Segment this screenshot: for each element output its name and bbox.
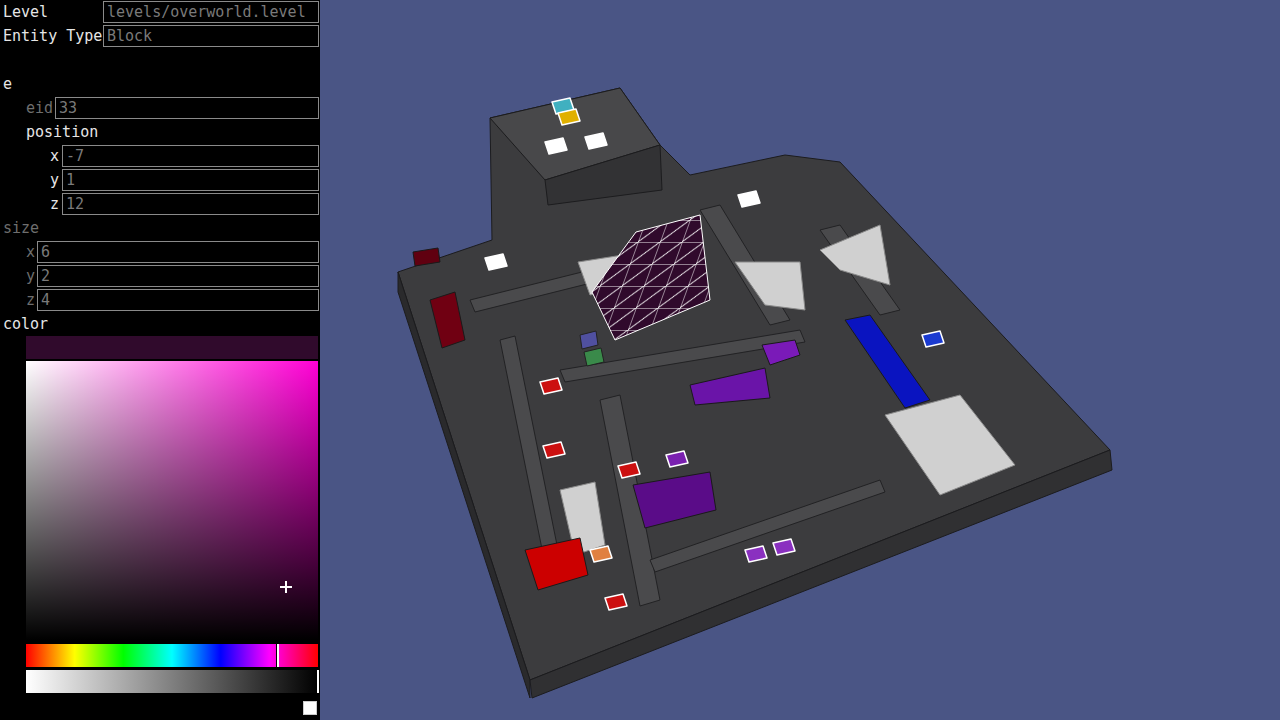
field-label: y: [26, 267, 37, 285]
scene-block[interactable]: [430, 292, 465, 348]
field-label: Entity Type: [3, 27, 103, 45]
marker-icon[interactable]: [585, 133, 607, 149]
marker-icon[interactable]: [618, 462, 640, 478]
field-label: eid: [26, 99, 55, 117]
text-field[interactable]: 4: [37, 289, 319, 311]
panel-row: z4: [0, 288, 320, 312]
scene-floor[interactable]: [545, 145, 662, 205]
scene-selected-block[interactable]: [592, 215, 710, 340]
marker-icon[interactable]: [543, 442, 565, 458]
scene-block[interactable]: [845, 315, 930, 408]
field-label: z: [50, 195, 62, 213]
field-label: color: [3, 315, 48, 333]
panel-row: Levellevels/overworld.level: [0, 0, 320, 24]
scene-cube[interactable]: [584, 348, 604, 366]
field-label: x: [26, 243, 37, 261]
field-label: x: [50, 147, 62, 165]
crosshair-icon[interactable]: [280, 581, 292, 593]
panel-row: y1: [0, 168, 320, 192]
marker-icon[interactable]: [558, 109, 580, 125]
text-field[interactable]: -7: [62, 145, 319, 167]
inspector-panel: Levellevels/overworld.levelEntity TypeBl…: [0, 0, 320, 720]
brightness-slider[interactable]: [26, 670, 318, 693]
level-view[interactable]: [320, 0, 1280, 720]
panel-row: z12: [0, 192, 320, 216]
scene-block[interactable]: [762, 340, 800, 365]
marker-icon[interactable]: [590, 546, 612, 562]
field-label: y: [50, 171, 62, 189]
saturation-value-picker[interactable]: [26, 361, 318, 640]
panel-row: position: [0, 120, 320, 144]
scene-wall[interactable]: [820, 225, 900, 315]
field-label: z: [26, 291, 37, 309]
color-swatch: [26, 336, 318, 359]
marker-icon[interactable]: [666, 451, 688, 467]
panel-row: Entity TypeBlock: [0, 24, 320, 48]
scene-wall[interactable]: [470, 270, 595, 312]
viewport[interactable]: [320, 0, 1280, 720]
black-gradient: [26, 361, 318, 640]
marker-icon[interactable]: [745, 546, 767, 562]
scene-tile[interactable]: [735, 262, 805, 310]
text-field[interactable]: 33: [55, 97, 319, 119]
scene-tile[interactable]: [885, 395, 1015, 495]
marker-icon[interactable]: [773, 539, 795, 555]
panel-row: y2: [0, 264, 320, 288]
scene-block[interactable]: [525, 538, 588, 590]
hue-slider[interactable]: [26, 644, 318, 667]
panel-row: e: [0, 72, 320, 96]
panel-row: x-7: [0, 144, 320, 168]
checkbox[interactable]: [303, 701, 317, 715]
text-field[interactable]: 2: [37, 265, 319, 287]
scene-tile[interactable]: [820, 225, 890, 285]
field-label: Level: [3, 3, 103, 21]
scene-wall[interactable]: [560, 330, 805, 382]
panel-row: size: [0, 216, 320, 240]
marker-icon[interactable]: [922, 331, 944, 347]
text-field[interactable]: 1: [62, 169, 319, 191]
marker-icon[interactable]: [545, 138, 567, 154]
text-field[interactable]: 12: [62, 193, 319, 215]
field-label: e: [3, 75, 12, 93]
field-label: size: [3, 219, 39, 237]
marker-icon[interactable]: [605, 594, 627, 610]
marker-icon[interactable]: [540, 378, 562, 394]
scene-block[interactable]: [633, 472, 716, 528]
marker-icon[interactable]: [485, 254, 507, 270]
text-field[interactable]: levels/overworld.level: [103, 1, 319, 23]
hue-knob[interactable]: [276, 644, 279, 667]
brightness-knob[interactable]: [316, 670, 319, 693]
scene-block[interactable]: [413, 248, 440, 266]
scene-cube[interactable]: [580, 331, 598, 349]
scene-floor[interactable]: [398, 272, 530, 698]
panel-row: [0, 48, 320, 72]
text-field[interactable]: Block: [103, 25, 319, 47]
scene-block[interactable]: [690, 368, 770, 405]
panel-row: eid33: [0, 96, 320, 120]
checkbox-row: [0, 696, 320, 720]
text-field[interactable]: 6: [37, 241, 319, 263]
panel-row: x6: [0, 240, 320, 264]
field-label: position: [26, 123, 98, 141]
panel-row: color: [0, 312, 320, 336]
marker-icon[interactable]: [738, 191, 760, 207]
